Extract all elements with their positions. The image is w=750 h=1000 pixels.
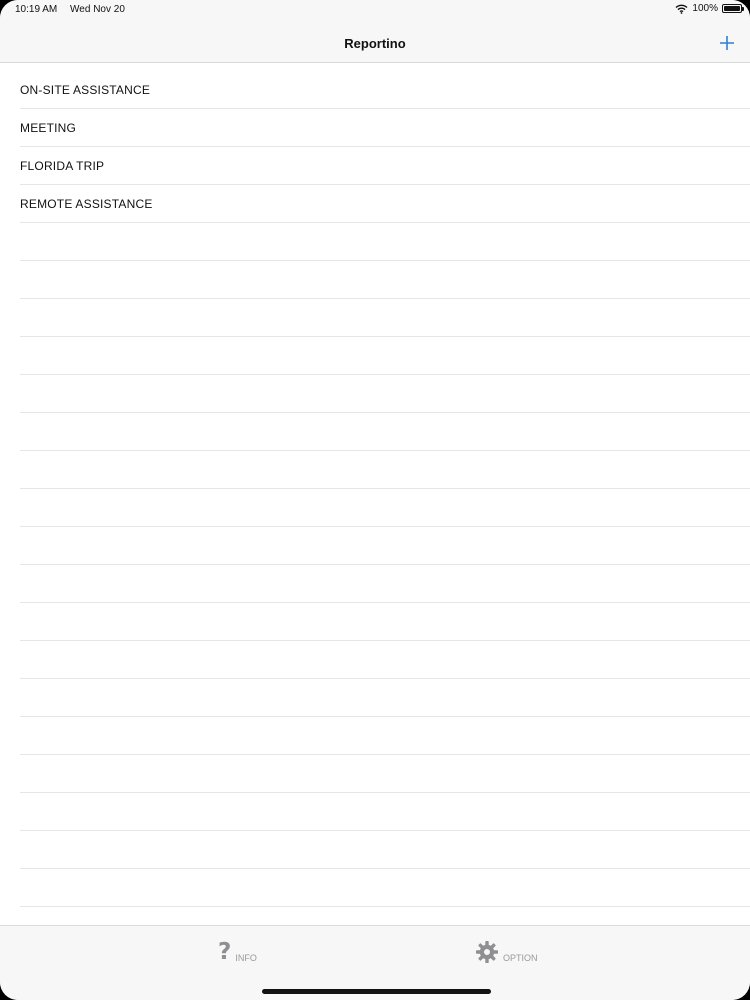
empty-row (20, 375, 750, 413)
status-left: 10:19 AM Wed Nov 20 (15, 4, 135, 15)
empty-row (20, 565, 750, 603)
status-date: Wed Nov 20 (70, 4, 125, 15)
empty-row (20, 413, 750, 451)
tab-option-label: OPTION (503, 953, 538, 963)
empty-row (20, 679, 750, 717)
navigation-bar: Reportino (0, 22, 750, 63)
empty-row (20, 223, 750, 261)
empty-row (20, 451, 750, 489)
status-right: 100% (675, 3, 744, 14)
list-item-label: FLORIDA TRIP (20, 158, 105, 173)
empty-row (20, 603, 750, 641)
list-item[interactable]: FLORIDA TRIP (20, 147, 750, 185)
battery-icon (722, 4, 744, 13)
battery-fill (724, 6, 740, 11)
wifi-icon (675, 4, 688, 14)
plus-icon (720, 36, 734, 50)
gear-icon (476, 941, 498, 963)
empty-row (20, 717, 750, 755)
add-button[interactable] (716, 32, 738, 54)
list-item-label: REMOTE ASSISTANCE (20, 196, 153, 211)
list-item[interactable]: REMOTE ASSISTANCE (20, 185, 750, 223)
tab-option[interactable]: OPTION (475, 940, 538, 964)
empty-row (20, 755, 750, 793)
report-list: ON-SITE ASSISTANCE MEETING FLORIDA TRIP … (0, 72, 750, 924)
empty-row (20, 261, 750, 299)
tab-info[interactable]: ? INFO (218, 940, 257, 964)
page-title: Reportino (344, 36, 406, 51)
list-item-label: MEETING (20, 120, 77, 135)
empty-row (20, 489, 750, 527)
empty-row (20, 527, 750, 565)
empty-row (20, 869, 750, 907)
empty-row (20, 299, 750, 337)
list-item[interactable]: ON-SITE ASSISTANCE (20, 72, 750, 109)
device-screen: 10:19 AM Wed Nov 20 100% Reportino ON-SI… (0, 0, 750, 1000)
tab-info-label: INFO (235, 953, 257, 963)
battery-percentage: 100% (692, 3, 718, 14)
home-indicator (262, 989, 491, 994)
empty-row (20, 641, 750, 679)
question-mark-icon: ? (218, 939, 232, 965)
empty-row (20, 831, 750, 869)
list-item-label: ON-SITE ASSISTANCE (20, 83, 151, 97)
empty-row (20, 337, 750, 375)
status-bar: 10:19 AM Wed Nov 20 100% (0, 0, 750, 22)
list-item[interactable]: MEETING (20, 109, 750, 147)
status-time: 10:19 AM (15, 4, 58, 15)
empty-row (20, 793, 750, 831)
